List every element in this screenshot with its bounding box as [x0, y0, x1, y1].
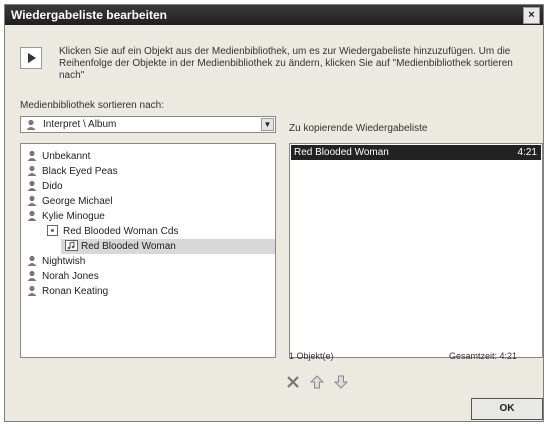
playlist-edit-dialog: Wiedergabeliste bearbeiten × Klicken Sie…	[4, 4, 544, 422]
window-title: Wiedergabeliste bearbeiten	[11, 8, 167, 22]
person-icon	[27, 210, 37, 221]
item-count: 1 Objekt(e)	[289, 351, 334, 361]
playlist-item[interactable]: Red Blooded Woman 4:21	[291, 145, 541, 160]
total-time: Gesamtzeit: 4:21	[449, 351, 518, 361]
person-icon	[27, 195, 37, 206]
media-library-tree[interactable]: Unbekannt Black Eyed Peas Dido George Micha…	[20, 143, 276, 358]
ok-button[interactable]: OK	[471, 398, 543, 420]
title-bar: Wiedergabeliste bearbeiten ×	[5, 5, 543, 25]
remove-icon[interactable]	[285, 374, 301, 390]
close-button[interactable]: ×	[523, 7, 540, 24]
sort-dropdown[interactable]: Interpret \ Album ▼	[20, 116, 276, 133]
person-icon	[27, 285, 37, 296]
person-icon	[27, 165, 37, 176]
info-arrow-icon	[20, 47, 42, 69]
playlist-list[interactable]: Red Blooded Woman 4:21	[289, 143, 543, 358]
playlist-item-duration: 4:21	[517, 147, 537, 158]
instruction-text: Klicken Sie auf ein Objekt aus der Medie…	[59, 46, 513, 81]
move-up-icon[interactable]	[309, 374, 325, 390]
person-icon	[27, 270, 37, 281]
playlist-item-title: Red Blooded Woman	[294, 147, 389, 158]
person-icon	[27, 150, 37, 161]
song-icon	[65, 240, 78, 251]
sort-label: Medienbibliothek sortieren nach:	[20, 100, 164, 111]
person-icon	[27, 255, 37, 266]
person-icon	[27, 180, 37, 191]
move-down-icon[interactable]	[333, 374, 349, 390]
sort-selected-value: Interpret \ Album	[43, 119, 117, 130]
person-icon	[26, 119, 36, 130]
chevron-down-icon[interactable]: ▼	[261, 118, 274, 131]
playlist-label: Zu kopierende Wiedergabeliste	[289, 123, 428, 134]
album-icon	[47, 225, 58, 236]
